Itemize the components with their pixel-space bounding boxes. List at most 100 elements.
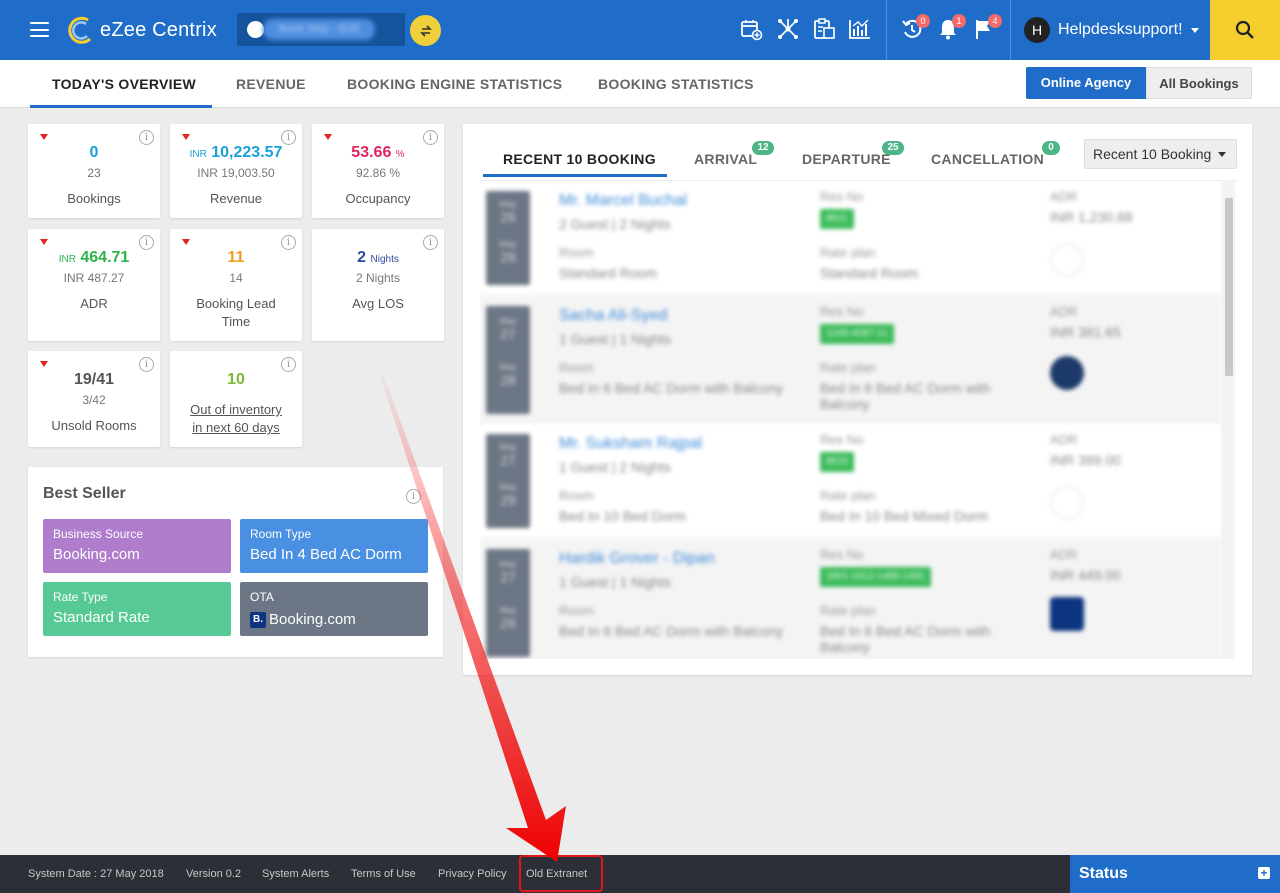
checkout-month: May <box>499 482 517 492</box>
history-button[interactable]: 0 <box>900 14 930 41</box>
trend-down-icon <box>40 361 48 367</box>
room-value: Standard Room <box>559 265 658 281</box>
tab-booking-statistics[interactable]: BOOKING STATISTICS <box>598 76 754 92</box>
best-seller-key: Room Type <box>250 527 312 541</box>
guest-name[interactable]: Sacha Ali-Syed <box>559 307 668 325</box>
tab-booking-engine-statistics[interactable]: BOOKING ENGINE STATISTICS <box>347 76 562 92</box>
booking-list-scrollbar[interactable] <box>1221 180 1235 659</box>
res-no-badge[interactable]: 1801-2412-1480-1491 <box>820 567 931 587</box>
privacy-policy-link[interactable]: Privacy Policy <box>438 868 506 880</box>
info-icon[interactable]: i <box>423 235 438 250</box>
tab-revenue[interactable]: REVENUE <box>236 76 306 92</box>
guest-name[interactable]: Mr. Suksham Rajpal <box>559 435 702 453</box>
analytics-chart-icon[interactable] <box>848 17 872 41</box>
highlight-box <box>519 855 603 892</box>
best-seller-title: Best Seller <box>43 485 126 502</box>
system-alerts-link[interactable]: System Alerts <box>262 868 329 880</box>
kpi-label: Bookings <box>67 191 121 206</box>
history-badge: 0 <box>916 14 930 28</box>
notifications-button[interactable]: 1 <box>936 14 966 41</box>
avatar: H <box>1024 17 1050 43</box>
toolbar-divider <box>1010 0 1011 60</box>
best-seller-value: Standard Rate <box>53 609 150 626</box>
checkin-month: May <box>499 442 517 452</box>
logo-text: eZee Centrix <box>100 18 217 41</box>
adr-value: INR 399.00 <box>1050 452 1121 468</box>
tab-todays-overview[interactable]: TODAY'S OVERVIEW <box>52 76 196 92</box>
res-no-label: Res No <box>820 189 864 204</box>
booking-row[interactable]: May 27 May 29 Mr. Suksham Rajpal 1 Guest… <box>480 424 1221 539</box>
booking-row[interactable]: May 26 May 28 Mr. Marcel Buchal 2 Guest … <box>480 181 1221 296</box>
user-menu[interactable]: H Helpdesksupport! <box>1024 17 1199 43</box>
rate-plan-label: Rate plan <box>820 603 876 618</box>
booking-dates: May 27 May 29 <box>486 434 530 528</box>
recent-booking-select[interactable]: Recent 10 Booking <box>1084 139 1237 169</box>
search-button[interactable] <box>1210 0 1280 60</box>
kpi-label: Occupancy <box>345 191 411 206</box>
info-icon[interactable]: i <box>139 130 154 145</box>
rate-plan-label: Rate plan <box>820 245 876 260</box>
kpi-number: 10,223.57 <box>211 144 283 161</box>
info-icon[interactable]: i <box>281 130 296 145</box>
property-selector[interactable]: Bunk Stay - B2B <box>237 13 405 46</box>
kpi-previous: 3/42 <box>82 393 106 407</box>
guest-name[interactable]: Hardik Grover - Dipan <box>559 550 715 568</box>
unit: % <box>395 149 405 160</box>
guest-nights: 1 Guest | 1 Nights <box>559 331 671 347</box>
app-logo[interactable]: eZee Centrix <box>66 14 217 46</box>
menu-icon[interactable] <box>30 22 49 37</box>
out-of-inventory-link[interactable]: Out of inventory in next 60 days <box>170 401 302 437</box>
checkout-month: May <box>499 605 517 615</box>
switch-property-button[interactable] <box>410 15 441 46</box>
res-no-badge[interactable]: 8611 <box>820 209 854 229</box>
checkin-month: May <box>499 316 517 326</box>
guest-nights: 1 Guest | 2 Nights <box>559 459 671 475</box>
tab-arrival[interactable]: ARRIVAL <box>694 151 757 167</box>
calendar-add-icon[interactable] <box>739 17 763 41</box>
res-no-badge[interactable]: 1245-4087-11 <box>820 324 894 344</box>
all-bookings-button[interactable]: All Bookings <box>1146 67 1252 99</box>
search-icon <box>1235 20 1254 39</box>
ezee-logo-icon <box>68 16 92 44</box>
flags-button[interactable]: 4 <box>972 14 1002 41</box>
tab-cancellation[interactable]: CANCELLATION <box>931 151 1044 167</box>
clipboard-report-icon[interactable] <box>812 17 836 41</box>
kpi-card-occupancy: i 53.66 % 92.86 % Occupancy <box>312 124 444 218</box>
rate-plan-label: Rate plan <box>820 360 876 375</box>
rate-plan-value: Bed In 6 Bed AC Dorm with Balcony <box>820 623 991 655</box>
best-seller-key: Business Source <box>53 527 144 541</box>
kpi-number: 464.71 <box>80 249 130 266</box>
tab-departure[interactable]: DEPARTURE <box>802 151 891 167</box>
globe-icon <box>247 21 264 38</box>
adr-label: ADR <box>1050 432 1078 447</box>
info-icon[interactable]: i <box>139 357 154 372</box>
kpi-card-booking-lead-time: i 11 14 Booking Lead Time <box>170 229 302 341</box>
online-agency-button[interactable]: Online Agency <box>1026 67 1146 99</box>
recent-bookings-panel: RECENT 10 BOOKING ARRIVAL 12 DEPARTURE 2… <box>463 124 1252 675</box>
kpi-value: 2 Nights <box>312 249 444 267</box>
chevron-down-icon <box>1190 27 1199 33</box>
guest-name[interactable]: Mr. Marcel Buchal <box>559 192 687 210</box>
booking-row[interactable]: May 27 May 28 Sacha Ali-Syed 1 Guest | 1… <box>480 296 1221 424</box>
terms-of-use-link[interactable]: Terms of Use <box>351 868 416 880</box>
booking-row[interactable]: May 27 May 28 Hardik Grover - Dipan 1 Gu… <box>480 539 1221 659</box>
kpi-previous: INR 19,003.50 <box>197 166 275 180</box>
checkout-day: 28 <box>500 372 516 388</box>
info-icon[interactable]: i <box>423 130 438 145</box>
status-button[interactable]: Status + <box>1070 855 1280 893</box>
info-icon[interactable]: i <box>406 489 421 504</box>
res-no-badge[interactable]: 8615 <box>820 452 855 472</box>
rate-plan-label: Rate plan <box>820 488 876 503</box>
kpi-label-line: Out of inventory <box>190 402 282 417</box>
network-icon[interactable] <box>776 17 800 41</box>
room-value: Bed In 10 Bed Dorm <box>559 508 686 524</box>
ezee-source-icon <box>1050 243 1084 277</box>
booking-list[interactable]: May 26 May 28 Mr. Marcel Buchal 2 Guest … <box>480 180 1238 659</box>
info-icon[interactable]: i <box>139 235 154 250</box>
info-icon[interactable]: i <box>281 357 296 372</box>
checkin-day: 27 <box>500 452 516 468</box>
tab-recent-10-booking[interactable]: RECENT 10 BOOKING <box>503 151 656 167</box>
kpi-value: INR 464.71 <box>28 249 160 267</box>
scrollbar-thumb[interactable] <box>1225 198 1233 376</box>
info-icon[interactable]: i <box>281 235 296 250</box>
